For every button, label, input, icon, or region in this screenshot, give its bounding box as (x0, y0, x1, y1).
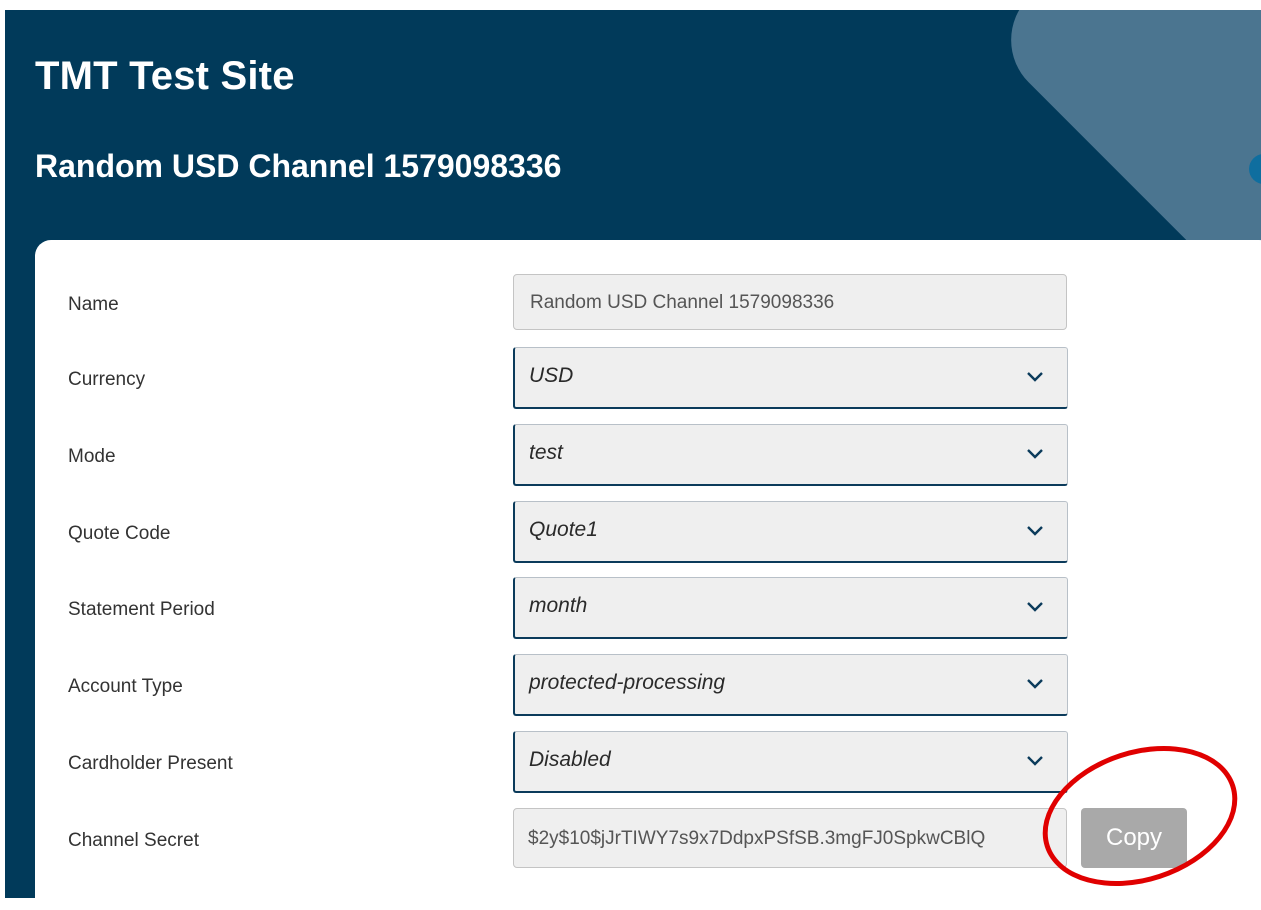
currency-label: Currency (68, 369, 146, 390)
quote-code-selected-value: Quote1 (529, 518, 598, 541)
mode-label: Mode (68, 446, 116, 467)
statement-period-select[interactable]: month (513, 577, 1068, 639)
form-row-cardholder-present: Cardholder Present Disabled (35, 731, 1261, 793)
chevron-down-icon (1027, 449, 1043, 459)
channel-settings-card: Name Random USD Channel 1579098336 Curre… (35, 240, 1261, 898)
chevron-down-icon (1027, 526, 1043, 536)
form-row-statement-period: Statement Period month (35, 577, 1261, 639)
mode-selected-value: test (529, 441, 563, 464)
chevron-down-icon (1027, 372, 1043, 382)
name-label: Name (68, 294, 119, 315)
copy-button[interactable]: Copy (1081, 808, 1187, 868)
chevron-down-icon (1027, 756, 1043, 766)
channel-title: Random USD Channel 1579098336 (35, 148, 562, 184)
cardholder-present-label: Cardholder Present (68, 753, 233, 774)
currency-selected-value: USD (529, 364, 574, 387)
form-row-currency: Currency USD (35, 347, 1261, 409)
cardholder-present-selected-value: Disabled (529, 748, 611, 771)
mode-select[interactable]: test (513, 424, 1068, 486)
quote-code-select[interactable]: Quote1 (513, 501, 1068, 563)
quote-code-label: Quote Code (68, 523, 171, 544)
form-row-quote-code: Quote Code Quote1 (35, 501, 1261, 563)
statement-period-selected-value: month (529, 594, 588, 617)
channel-secret-label: Channel Secret (68, 830, 199, 851)
account-type-selected-value: protected-processing (529, 671, 726, 694)
channel-secret-field[interactable]: $2y$10$jJrTIWY7s9x7DdpxPSfSB.3mgFJ0SpkwC… (513, 808, 1067, 868)
site-title: TMT Test Site (35, 54, 295, 98)
account-type-label: Account Type (68, 676, 183, 697)
statement-period-label: Statement Period (68, 599, 215, 620)
form-row-mode: Mode test (35, 424, 1261, 486)
currency-select[interactable]: USD (513, 347, 1068, 409)
form-row-name: Name Random USD Channel 1579098336 (35, 274, 1261, 336)
form-row-channel-secret: Channel Secret $2y$10$jJrTIWY7s9x7DdpxPS… (35, 808, 1261, 870)
page-header-area: TMT Test Site Random USD Channel 1579098… (5, 10, 1261, 898)
account-type-select[interactable]: protected-processing (513, 654, 1068, 716)
name-field[interactable]: Random USD Channel 1579098336 (513, 274, 1067, 330)
chevron-down-icon (1027, 679, 1043, 689)
chevron-down-icon (1027, 602, 1043, 612)
cardholder-present-select[interactable]: Disabled (513, 731, 1068, 793)
form-row-account-type: Account Type protected-processing (35, 654, 1261, 716)
